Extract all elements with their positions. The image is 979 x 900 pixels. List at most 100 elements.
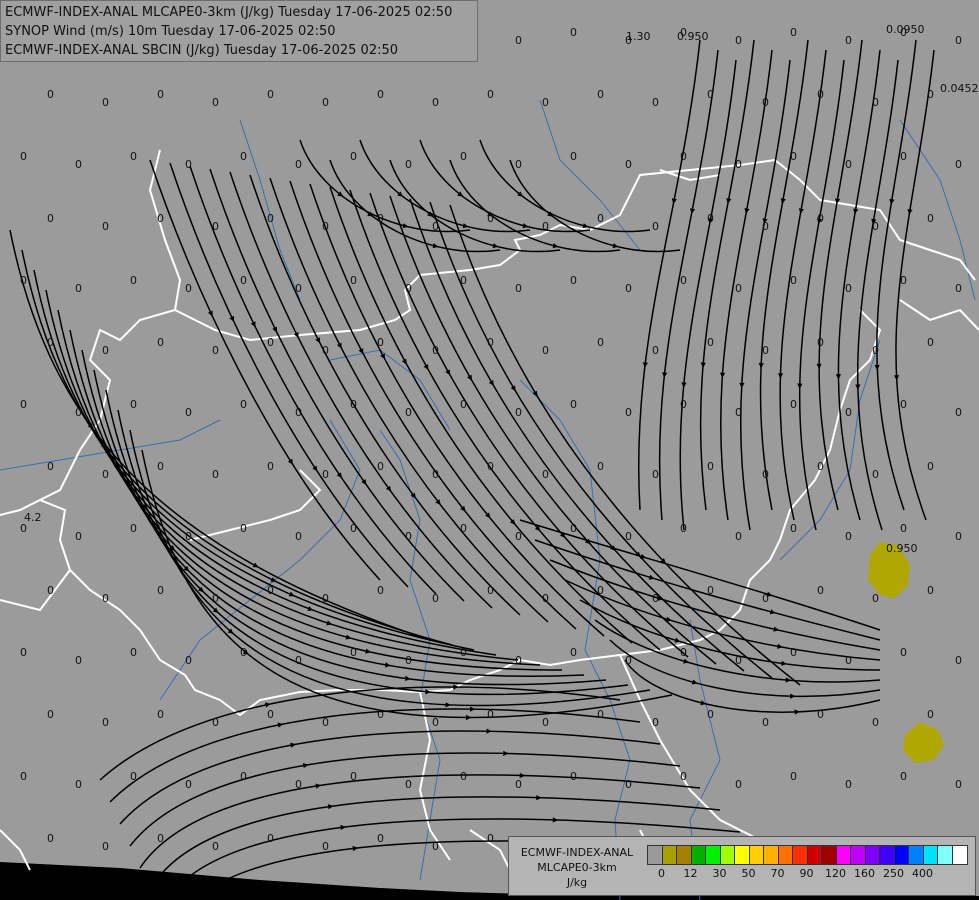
sbcin-value-label: 0 [955, 34, 962, 47]
sbcin-value-label: 0 [157, 336, 164, 349]
sbcin-value-label: 0 [652, 716, 659, 729]
sbcin-value-label: 0 [597, 708, 604, 721]
sbcin-value-label: 0 [735, 282, 742, 295]
sbcin-value-label: 0 [845, 654, 852, 667]
sbcin-value-label: 0 [102, 96, 109, 109]
sbcin-value-label: 0 [20, 150, 27, 163]
sbcin-value-label: 0 [625, 778, 632, 791]
sbcin-value-label: 0 [185, 406, 192, 419]
sbcin-value-label: 0 [927, 88, 934, 101]
sbcin-value-label: 0 [267, 584, 274, 597]
sbcin-value-label: 0 [790, 150, 797, 163]
legend-color-swatch [951, 845, 968, 865]
sbcin-value-label: 0 [212, 840, 219, 853]
legend-title: ECMWF-INDEX-ANAL MLCAPE0-3km J/kg [511, 845, 643, 890]
sbcin-value-label: 0 [900, 150, 907, 163]
sbcin-value-label: 0 [322, 840, 329, 853]
sbcin-value-label: 0 [405, 530, 412, 543]
sbcin-value-label: 0 [570, 770, 577, 783]
map-background [0, 0, 979, 900]
sbcin-value-label: 0 [405, 654, 412, 667]
sbcin-value-label: 0 [570, 150, 577, 163]
sbcin-value-label: 0 [790, 522, 797, 535]
sbcin-value-label: 0 [130, 522, 137, 535]
sbcin-value-label: 0 [75, 282, 82, 295]
weather-map: 0 0 0 0 0 0 0 0 0 0 0 0 0 0 0 0 0 0 0 0 0 0 0 0 0 0 0 0 0 0 0 0 0 0 0 0 0 0 0 0… [0, 0, 979, 900]
sbcin-value-label: 0 [377, 212, 384, 225]
sbcin-value-label: 0 [102, 468, 109, 481]
sbcin-value-label: 0 [185, 158, 192, 171]
sbcin-value-label: 0 [872, 96, 879, 109]
sbcin-value-label: 0 [900, 770, 907, 783]
sbcin-value-label: 0 [900, 398, 907, 411]
sbcin-value-label: 0 [487, 336, 494, 349]
sbcin-value-label: 0 [377, 584, 384, 597]
sbcin-value-label: 0 [267, 336, 274, 349]
sbcin-value-label: 0 [817, 88, 824, 101]
sbcin-value-label: 0 [707, 212, 714, 225]
sbcin-annotation: 0.0950 [886, 23, 925, 36]
sbcin-value-label: 0 [680, 522, 687, 535]
sbcin-value-label: 0 [955, 530, 962, 543]
sbcin-value-label: 0 [762, 592, 769, 605]
sbcin-value-label: 0 [570, 26, 577, 39]
sbcin-value-label: 0 [762, 716, 769, 729]
sbcin-value-label: 0 [212, 220, 219, 233]
sbcin-value-label: 0 [75, 778, 82, 791]
sbcin-value-label: 0 [790, 26, 797, 39]
sbcin-value-label: 0 [735, 34, 742, 47]
sbcin-value-label: 0 [157, 212, 164, 225]
legend-parameter-label: MLCAPE0-3km [537, 861, 617, 874]
sbcin-value-label: 0 [790, 398, 797, 411]
sbcin-value-label: 0 [735, 406, 742, 419]
sbcin-value-label: 0 [845, 530, 852, 543]
sbcin-value-label: 0 [75, 158, 82, 171]
sbcin-value-label: 0 [212, 592, 219, 605]
sbcin-value-label: 0 [872, 220, 879, 233]
sbcin-value-label: 0 [487, 832, 494, 845]
sbcin-value-label: 0 [762, 220, 769, 233]
sbcin-annotation: 0.950 [886, 542, 918, 555]
sbcin-value-label: 0 [240, 522, 247, 535]
legend-tick-label: 400 [912, 867, 933, 880]
sbcin-value-label: 0 [295, 778, 302, 791]
sbcin-value-label: 0 [377, 708, 384, 721]
sbcin-value-label: 0 [570, 522, 577, 535]
sbcin-value-label: 0 [955, 158, 962, 171]
sbcin-value-label: 0 [20, 770, 27, 783]
sbcin-value-label: 0 [515, 282, 522, 295]
sbcin-value-label: 0 [487, 460, 494, 473]
sbcin-value-label: 0 [240, 150, 247, 163]
sbcin-value-label: 0 [212, 344, 219, 357]
sbcin-value-label: 0 [212, 468, 219, 481]
sbcin-value-label: 0 [652, 592, 659, 605]
title-line-sbcin: ECMWF-INDEX-ANAL SBCIN (J/kg) Tuesday 17… [5, 43, 399, 58]
sbcin-value-label: 0 [927, 708, 934, 721]
sbcin-value-label: 0 [680, 274, 687, 287]
sbcin-value-label: 0 [872, 468, 879, 481]
sbcin-value-label: 0 [817, 584, 824, 597]
sbcin-value-label: 0 [322, 468, 329, 481]
sbcin-value-label: 0 [652, 220, 659, 233]
sbcin-value-label: 0 [157, 460, 164, 473]
sbcin-value-label: 0 [432, 96, 439, 109]
sbcin-value-label: 0 [212, 96, 219, 109]
legend-tick-label: 120 [825, 867, 846, 880]
sbcin-value-label: 0 [845, 34, 852, 47]
sbcin-value-label: 0 [955, 406, 962, 419]
sbcin-value-label: 0 [102, 344, 109, 357]
sbcin-value-label: 0 [240, 646, 247, 659]
sbcin-value-label: 0 [460, 150, 467, 163]
sbcin-value-label: 0 [322, 716, 329, 729]
sbcin-value-label: 0 [240, 398, 247, 411]
sbcin-value-label: 0 [735, 654, 742, 667]
sbcin-value-label: 0 [597, 584, 604, 597]
sbcin-value-label: 0 [817, 212, 824, 225]
sbcin-value-label: 0 [405, 406, 412, 419]
sbcin-value-label: 0 [130, 646, 137, 659]
color-legend: ECMWF-INDEX-ANAL MLCAPE0-3km J/kg 0 12 30 5… [508, 836, 976, 896]
sbcin-value-label: 0 [377, 460, 384, 473]
sbcin-value-label: 0 [240, 274, 247, 287]
sbcin-value-label: 0 [267, 212, 274, 225]
sbcin-value-label: 0 [267, 88, 274, 101]
